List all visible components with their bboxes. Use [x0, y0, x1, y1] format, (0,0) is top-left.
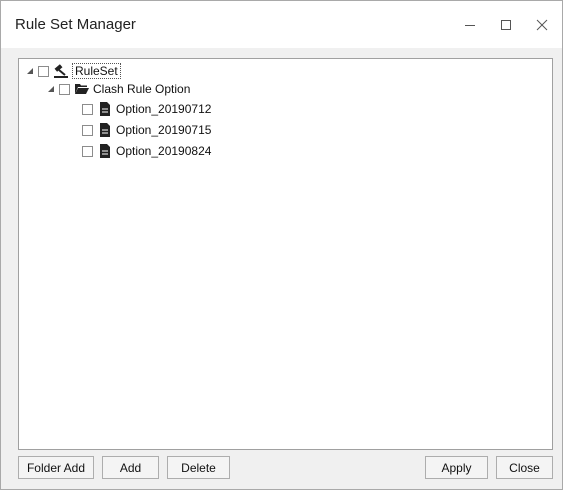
option-checkbox[interactable] [82, 103, 93, 115]
option-label: Option_20190715 [116, 123, 212, 137]
option-label: Option_20190712 [116, 102, 212, 116]
add-button[interactable]: Add [102, 456, 159, 479]
collapse-arrow-icon[interactable] [46, 84, 56, 94]
tree-node-option[interactable]: Option_20190824 [82, 142, 211, 160]
folder-open-icon [74, 82, 90, 96]
maximize-icon [501, 20, 511, 30]
document-icon [97, 144, 113, 158]
folder-checkbox[interactable] [59, 83, 70, 95]
apply-button[interactable]: Apply [425, 456, 488, 479]
rule-tree-view[interactable]: RuleSet Clash Rule Option Option_2019071… [18, 58, 553, 450]
option-checkbox[interactable] [82, 145, 93, 157]
tree-node-option[interactable]: Option_20190715 [82, 121, 211, 139]
tree-node-ruleset[interactable]: RuleSet [25, 62, 121, 80]
tree-node-folder[interactable]: Clash Rule Option [46, 80, 190, 98]
document-icon [97, 102, 113, 116]
minimize-icon [465, 25, 475, 26]
document-icon [97, 123, 113, 137]
title-bar: Rule Set Manager [1, 1, 562, 48]
ruleset-checkbox[interactable] [38, 65, 49, 77]
option-checkbox[interactable] [82, 124, 93, 136]
folder-add-button[interactable]: Folder Add [18, 456, 94, 479]
close-button[interactable]: Close [496, 456, 553, 479]
option-label: Option_20190824 [116, 144, 212, 158]
rule-set-manager-window: Rule Set Manager RuleSet Clash Rule Opti… [0, 0, 563, 490]
minimize-button[interactable] [451, 9, 489, 41]
tree-node-option[interactable]: Option_20190712 [82, 100, 211, 118]
window-title: Rule Set Manager [15, 16, 136, 33]
gavel-icon [53, 64, 69, 78]
folder-label: Clash Rule Option [93, 82, 191, 96]
close-window-button[interactable] [523, 9, 561, 41]
maximize-button[interactable] [487, 9, 525, 41]
delete-button[interactable]: Delete [167, 456, 230, 479]
ruleset-label: RuleSet [72, 63, 121, 79]
close-icon [536, 19, 548, 31]
collapse-arrow-icon[interactable] [25, 66, 35, 76]
